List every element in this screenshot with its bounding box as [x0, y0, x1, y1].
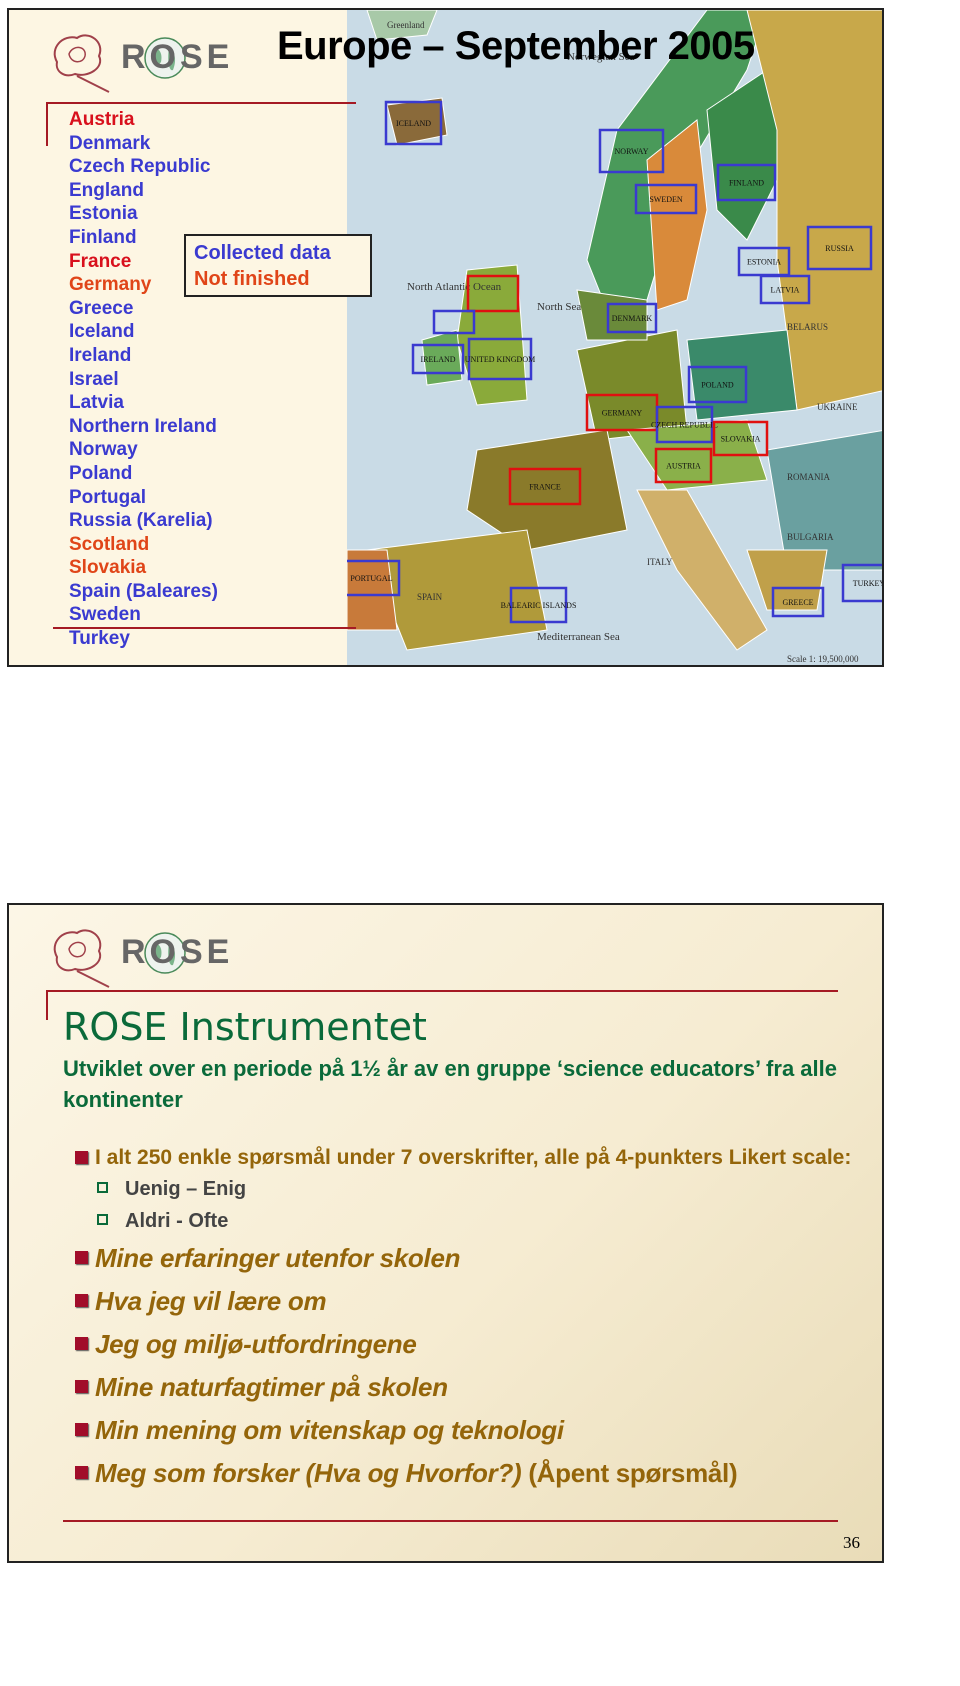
- map-country-label: SLOVAKIA: [721, 435, 761, 444]
- bullet-square-icon: [75, 1380, 88, 1393]
- country-item: Norway: [69, 439, 138, 461]
- country-list: Austria Denmark Czech Republic England Eston…: [69, 108, 218, 651]
- logo-text: ROSE: [121, 933, 234, 971]
- map-country-label: UNITED KINGDOM: [465, 355, 535, 364]
- map-country-label: LATVIA: [771, 286, 800, 295]
- map-label: Scale 1: 19,500,000: [787, 654, 859, 664]
- country-item: Ireland: [69, 344, 132, 366]
- map-country-label: FRANCE: [529, 483, 561, 492]
- divider: [63, 1520, 838, 1522]
- slide-subtitle: Utviklet over en periode på 1½ år av en …: [63, 1056, 837, 1112]
- country-item: Scotland: [69, 533, 150, 555]
- map-country-label: ESTONIA: [747, 258, 781, 267]
- country-item: Russia (Karelia): [69, 510, 213, 532]
- slide-rose-instrument: ROSE ROSE Instrumentet Utviklet over en …: [7, 903, 884, 1563]
- country-item: Denmark: [69, 132, 151, 154]
- map-label: UKRAINE: [817, 402, 858, 412]
- country-item: Greece: [69, 297, 134, 319]
- map-label: ROMANIA: [787, 472, 831, 482]
- europe-map: Greenland North Atlantic Ocean Norwegian S…: [342, 10, 884, 665]
- bullet-item: Hva jeg vil lære om: [63, 1280, 863, 1323]
- country-item: Sweden: [69, 604, 141, 626]
- map-country-label: POLAND: [701, 381, 734, 390]
- country-item: Poland: [69, 462, 133, 484]
- bullet-item: Min mening om vitenskap og teknologi: [63, 1409, 863, 1452]
- legend: Collected data Not finished: [184, 234, 372, 297]
- map-label: North Sea: [537, 301, 581, 313]
- map-country-label: GREECE: [782, 598, 813, 607]
- logo-text: ROSE: [121, 38, 234, 76]
- slide-title: ROSE Instrumentet: [63, 1005, 427, 1049]
- map-country-label: FINLAND: [729, 179, 764, 188]
- rose-flower-icon: [53, 34, 110, 93]
- bullet-item: Meg som forsker (Hva og Hvorfor?) (Åpent…: [63, 1452, 863, 1495]
- map-country-label: BALEARIC ISLANDS: [501, 601, 577, 610]
- map-country-label: PORTUGAL: [350, 574, 392, 583]
- map-label: North Atlantic Ocean: [407, 281, 502, 293]
- checkbox-bullet-icon: [97, 1182, 108, 1193]
- divider: [46, 990, 838, 992]
- country-item: Austria: [69, 109, 135, 130]
- country-item: Latvia: [69, 392, 124, 414]
- map-label: ITALY: [647, 557, 673, 567]
- page-number: 36: [843, 1533, 860, 1552]
- map-country-label: ICELAND: [396, 119, 431, 128]
- country-item: Iceland: [69, 321, 135, 343]
- bullet-item: Mine naturfagtimer på skolen: [63, 1366, 863, 1409]
- map-label: SPAIN: [417, 592, 443, 602]
- map-land-region: [366, 529, 548, 651]
- rose-logo: ROSE: [43, 919, 263, 989]
- country-item: Turkey: [69, 628, 130, 650]
- country-item: Spain (Baleares): [69, 580, 218, 602]
- bullet-square-icon: [75, 1294, 88, 1307]
- divider: [46, 990, 48, 1020]
- country-item: Czech Republic: [69, 156, 211, 178]
- map-country-label: TURKEY: [853, 579, 884, 588]
- bullet-item: Jeg og miljø-utfordringene: [63, 1323, 863, 1366]
- map-country-label: IRELAND: [420, 355, 455, 364]
- country-item: Slovakia: [69, 557, 147, 579]
- bullet-item: I alt 250 enkle spørsmål under 7 overskr…: [63, 1143, 863, 1173]
- map-country-label: CZECH REPUBLIC: [651, 421, 718, 430]
- sub-bullet-item: Uenig – Enig: [63, 1173, 863, 1205]
- bullet-list: I alt 250 enkle spørsmål under 7 overskr…: [63, 1143, 863, 1495]
- map-country-label: RUSSIA: [825, 244, 854, 253]
- map-country-label: DENMARK: [612, 314, 653, 323]
- bullet-square-icon: [75, 1251, 88, 1264]
- checkbox-bullet-icon: [97, 1214, 108, 1225]
- slide-title: Europe – September 2005: [277, 24, 755, 68]
- bullet-square-icon: [75, 1423, 88, 1436]
- map-country-label: AUSTRIA: [666, 462, 701, 471]
- map-label: BULGARIA: [787, 532, 834, 542]
- map-country-label: NORWAY: [615, 147, 649, 156]
- country-item: Estonia: [69, 203, 138, 225]
- sub-bullet-item: Aldri - Ofte: [63, 1205, 863, 1237]
- divider: [46, 102, 356, 104]
- map-image: GreenlandNorth Atlantic OceanNorwegian S…: [342, 10, 884, 664]
- map-label: BELARUS: [787, 322, 828, 332]
- country-item: Portugal: [69, 486, 147, 508]
- country-item: Israel: [69, 368, 119, 390]
- bullet-square-icon: [75, 1466, 88, 1479]
- map-label: Mediterranean Sea: [537, 631, 620, 643]
- country-item: Northern Ireland: [69, 415, 217, 437]
- divider: [46, 102, 48, 146]
- rose-flower-icon: [53, 929, 110, 988]
- legend-not-finished: Not finished: [194, 268, 310, 290]
- rose-logo: ROSE: [43, 24, 263, 94]
- bullet-square-icon: [75, 1337, 88, 1350]
- bullet-item: Mine erfaringer utenfor skolen: [63, 1237, 863, 1280]
- country-item: England: [69, 179, 144, 201]
- map-country-label: GERMANY: [602, 409, 643, 418]
- slide-europe-map: Greenland North Atlantic Ocean Norwegian S…: [7, 8, 884, 667]
- map-land-region: [636, 489, 768, 651]
- bullet-square-icon: [75, 1151, 88, 1164]
- map-land-region: [766, 430, 882, 571]
- map-country-label: SWEDEN: [649, 195, 683, 204]
- legend-collected: Collected data: [194, 242, 331, 264]
